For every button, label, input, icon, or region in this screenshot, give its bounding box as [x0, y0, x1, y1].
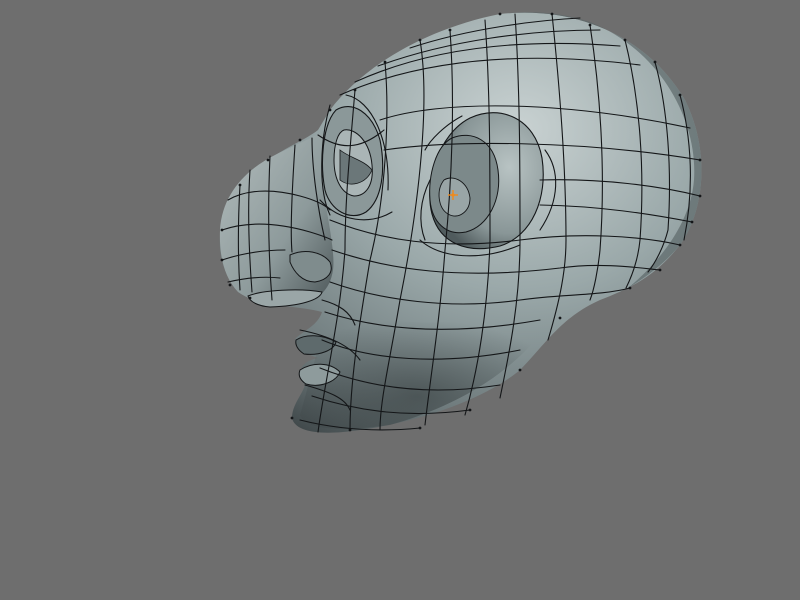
3d-viewport[interactable] — [0, 0, 800, 600]
viewport-canvas[interactable] — [0, 0, 800, 600]
